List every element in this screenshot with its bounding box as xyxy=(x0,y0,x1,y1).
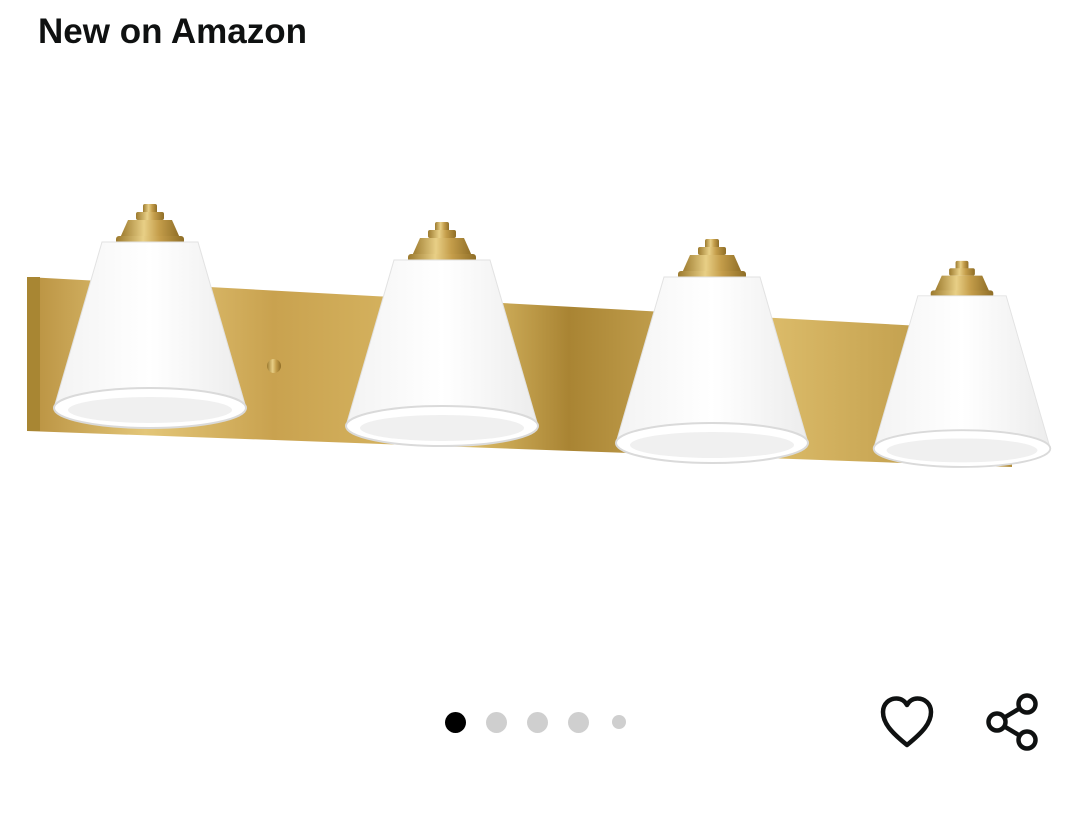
pagination-dot-2[interactable] xyxy=(486,711,507,733)
product-image[interactable] xyxy=(0,150,1080,550)
like-button[interactable] xyxy=(877,692,937,752)
pagination-dot-5[interactable] xyxy=(612,715,626,729)
pagination-dot-1[interactable] xyxy=(445,711,466,733)
share-button[interactable] xyxy=(982,692,1042,752)
share-icon xyxy=(986,693,1038,751)
pagination-dot-3[interactable] xyxy=(527,711,548,733)
heart-outline-icon xyxy=(880,696,934,748)
pagination-dot-4[interactable] xyxy=(568,711,589,733)
image-pagination[interactable] xyxy=(445,711,646,733)
section-title: New on Amazon xyxy=(38,12,307,51)
